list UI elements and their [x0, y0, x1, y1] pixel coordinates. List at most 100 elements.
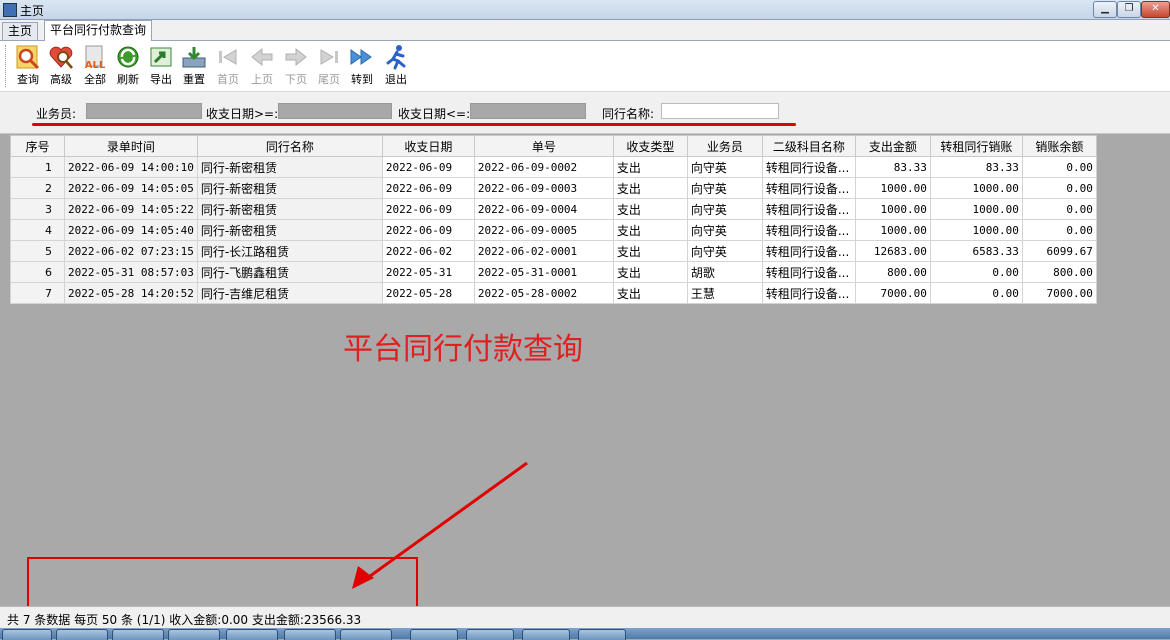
table-cell[interactable]: 1000.00	[854, 177, 931, 199]
table-cell[interactable]: 800.00	[854, 261, 931, 283]
table-cell[interactable]: 转租同行设备...	[761, 177, 856, 199]
table-cell[interactable]: 2022-06-09 14:05:05	[64, 177, 198, 199]
table-cell[interactable]: 1000.00	[929, 198, 1023, 220]
close-button[interactable]: ✕	[1141, 1, 1170, 18]
table-cell[interactable]: 7	[10, 282, 65, 304]
table-cell[interactable]: 2022-06-09 14:05:22	[64, 198, 198, 220]
export-button[interactable]: 导出	[145, 43, 177, 89]
table-cell[interactable]: 转租同行设备...	[761, 219, 856, 241]
goto-button[interactable]: 转到	[346, 43, 378, 89]
taskbar-item[interactable]	[466, 629, 514, 640]
table-row[interactable]: 3 2022-06-09 14:05:22 同行-新密租赁 2022-06-09 202…	[10, 198, 1097, 220]
table-cell[interactable]: 转租同行设备...	[761, 198, 856, 220]
table-cell[interactable]: 0.00	[1021, 156, 1097, 178]
table-cell[interactable]: 4	[10, 219, 65, 241]
table-cell[interactable]: 同行-长江路租赁	[196, 240, 383, 262]
table-cell[interactable]: 1000.00	[929, 177, 1023, 199]
table-cell[interactable]: 向守英	[686, 156, 763, 178]
table-cell[interactable]: 7000.00	[854, 282, 931, 304]
table-cell[interactable]: 2022-05-28-0002	[473, 282, 614, 304]
table-cell[interactable]: 转租同行设备...	[761, 240, 856, 262]
table-cell[interactable]: 2022-06-09	[381, 219, 475, 241]
table-cell[interactable]: 0.00	[1021, 219, 1097, 241]
table-cell[interactable]: 6583.33	[929, 240, 1023, 262]
taskbar-item[interactable]	[112, 629, 164, 640]
reset-button[interactable]: 重置	[178, 43, 210, 89]
minimize-button[interactable]: ▁	[1093, 1, 1117, 18]
column-header[interactable]: 同行名称	[196, 135, 383, 157]
table-cell[interactable]: 12683.00	[854, 240, 931, 262]
column-header[interactable]: 业务员	[686, 135, 763, 157]
tab-home[interactable]: 主页	[2, 22, 39, 40]
taskbar-item[interactable]	[284, 629, 336, 640]
taskbar-item[interactable]	[410, 629, 458, 640]
table-cell[interactable]: 向守英	[686, 198, 763, 220]
table-cell[interactable]: 0.00	[929, 261, 1023, 283]
table-cell[interactable]: 2022-06-09	[381, 198, 475, 220]
table-row[interactable]: 6 2022-05-31 08:57:03 同行-飞鹏鑫租赁 2022-05-31 20…	[10, 261, 1097, 283]
restore-button[interactable]: ❐	[1117, 1, 1141, 18]
table-row[interactable]: 2 2022-06-09 14:05:05 同行-新密租赁 2022-06-09 202…	[10, 177, 1097, 199]
table-cell[interactable]: 2022-06-02 07:23:15	[64, 240, 198, 262]
table-row[interactable]: 4 2022-06-09 14:05:40 同行-新密租赁 2022-06-09 202…	[10, 219, 1097, 241]
refresh-button[interactable]: 刷新	[112, 43, 144, 89]
column-header[interactable]: 二级科目名称	[761, 135, 856, 157]
table-cell[interactable]: 2022-05-31-0001	[473, 261, 614, 283]
table-cell[interactable]: 同行-新密租赁	[196, 219, 383, 241]
salesperson-input[interactable]	[86, 103, 202, 119]
table-cell[interactable]: 同行-飞鹏鑫租赁	[196, 261, 383, 283]
table-cell[interactable]: 2022-06-09 14:00:10	[64, 156, 198, 178]
all-button[interactable]: ALL 全部	[79, 43, 111, 89]
table-cell[interactable]: 83.33	[854, 156, 931, 178]
column-header[interactable]: 收支日期	[381, 135, 475, 157]
table-cell[interactable]: 2022-06-09	[381, 177, 475, 199]
table-cell[interactable]: 2022-06-09-0002	[473, 156, 614, 178]
table-row[interactable]: 5 2022-06-02 07:23:15 同行-长江路租赁 2022-06-02 20…	[10, 240, 1097, 262]
table-row[interactable]: 7 2022-05-28 14:20:52 同行-吉维尼租赁 2022-05-28 20…	[10, 282, 1097, 304]
table-cell[interactable]: 6	[10, 261, 65, 283]
table-cell[interactable]: 2022-05-31 08:57:03	[64, 261, 198, 283]
table-cell[interactable]: 6099.67	[1021, 240, 1097, 262]
taskbar-item[interactable]	[168, 629, 220, 640]
column-header[interactable]: 单号	[473, 135, 614, 157]
table-cell[interactable]: 支出	[612, 177, 688, 199]
table-cell[interactable]: 向守英	[686, 240, 763, 262]
start-button[interactable]	[2, 629, 52, 640]
table-cell[interactable]: 同行-新密租赁	[196, 177, 383, 199]
tab-peer-payment-query[interactable]: 平台同行付款查询	[44, 20, 153, 41]
taskbar-item[interactable]	[522, 629, 570, 640]
column-header[interactable]: 序号	[10, 135, 65, 157]
table-cell[interactable]: 2022-06-09-0003	[473, 177, 614, 199]
table-cell[interactable]: 同行-新密租赁	[196, 198, 383, 220]
exit-button[interactable]: 退出	[380, 43, 412, 89]
table-cell[interactable]: 支出	[612, 261, 688, 283]
next-page-button[interactable]: 下页	[280, 43, 312, 89]
date-to-input[interactable]	[470, 103, 586, 119]
table-row[interactable]: 1 2022-06-09 14:00:10 同行-新密租赁 2022-06-09 202…	[10, 156, 1097, 178]
table-cell[interactable]: 2	[10, 177, 65, 199]
taskbar-item[interactable]	[578, 629, 626, 640]
table-cell[interactable]: 2022-06-09-0004	[473, 198, 614, 220]
table-cell[interactable]: 支出	[612, 156, 688, 178]
query-button[interactable]: 查询	[12, 43, 44, 89]
table-cell[interactable]: 2022-05-28 14:20:52	[64, 282, 198, 304]
taskbar-item[interactable]	[340, 629, 392, 640]
table-cell[interactable]: 转租同行设备...	[761, 282, 856, 304]
first-page-button[interactable]: 首页	[212, 43, 244, 89]
column-header[interactable]: 转租同行销账	[929, 135, 1023, 157]
column-header[interactable]: 收支类型	[612, 135, 688, 157]
table-cell[interactable]: 0.00	[1021, 177, 1097, 199]
advanced-button[interactable]: 高级	[45, 43, 77, 89]
table-cell[interactable]: 转租同行设备...	[761, 156, 856, 178]
table-cell[interactable]: 胡歌	[686, 261, 763, 283]
date-from-input[interactable]	[278, 103, 392, 119]
table-cell[interactable]: 同行-吉维尼租赁	[196, 282, 383, 304]
taskbar-item[interactable]	[56, 629, 108, 640]
table-cell[interactable]: 7000.00	[1021, 282, 1097, 304]
previous-page-button[interactable]: 上页	[246, 43, 278, 89]
table-cell[interactable]: 同行-新密租赁	[196, 156, 383, 178]
taskbar-item[interactable]	[226, 629, 278, 640]
table-cell[interactable]: 83.33	[929, 156, 1023, 178]
table-cell[interactable]: 王慧	[686, 282, 763, 304]
table-cell[interactable]: 向守英	[686, 177, 763, 199]
